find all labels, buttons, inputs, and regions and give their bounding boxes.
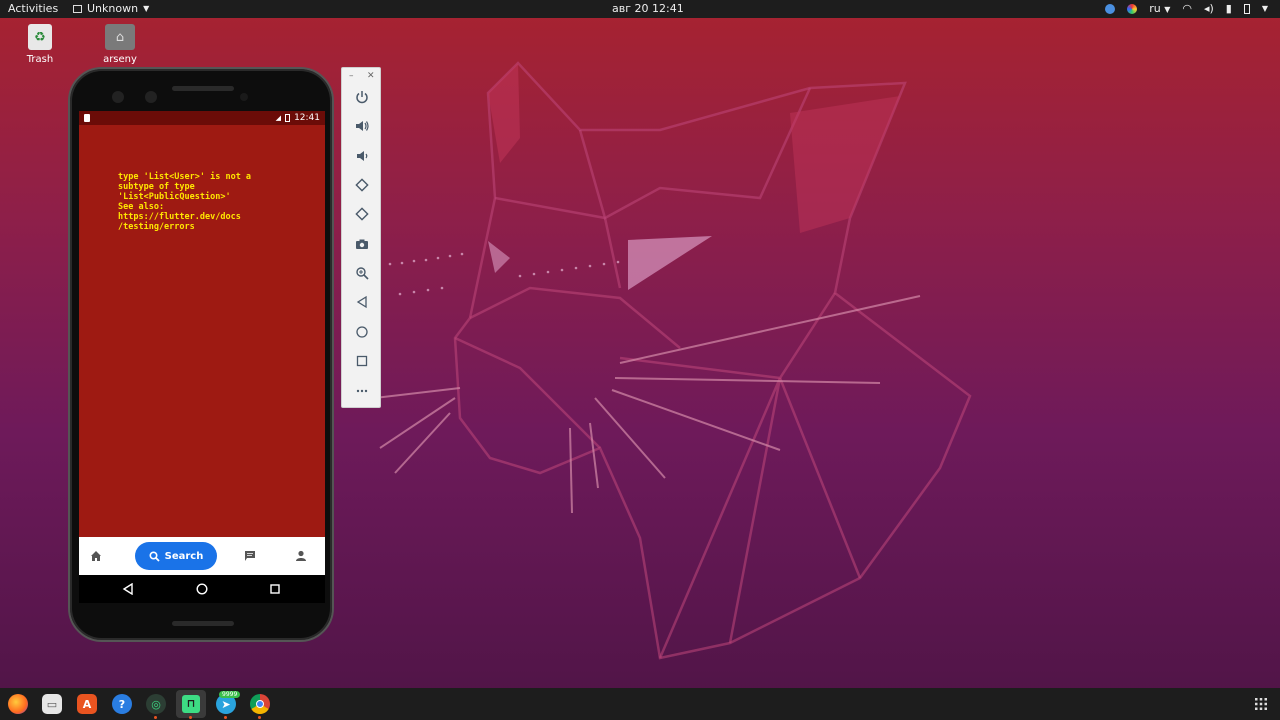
rotate-right-icon [355,207,369,221]
search-icon [149,550,160,562]
back-icon [356,295,367,309]
android-status-bar: ◢ 12:41 [79,111,325,125]
trash-icon: ♻ [28,24,52,50]
power-button[interactable] [352,87,372,107]
language-label: ru [1149,2,1161,15]
system-tray[interactable]: ru ▼ ◠ ◂) ▮ ▼ [1105,2,1268,15]
more-icon [356,389,368,393]
overview-square-icon [270,584,280,594]
chrome-center [256,700,264,708]
dock: ▭ A ? ◎ ⊓ ➤ 9999 [0,688,1280,720]
home-circle-icon [196,583,208,595]
android-studio-icon[interactable]: ◎ [146,694,166,714]
android-home-button[interactable] [195,582,209,596]
phone-screen[interactable]: ◢ 12:41 type 'List<User>' is not a subty… [79,111,325,603]
firefox-icon[interactable] [8,694,28,714]
rotate-left-icon [355,178,369,192]
nav-profile-button[interactable] [291,546,311,566]
desktop-icon-label: arseny [103,54,137,65]
flutter-error-message: type 'List<User>' is not a subtype of ty… [118,172,252,232]
phone-sensor [145,91,157,103]
wifi-icon[interactable]: ◠ [1182,2,1192,15]
phone-camera [240,93,248,101]
files-icon[interactable]: ▭ [42,694,62,714]
search-label: Search [164,550,204,562]
back-triangle-icon [122,583,133,595]
running-indicator [258,716,261,719]
desktop-icon-home[interactable]: ⌂ arseny [90,24,150,65]
telegram-badge: 9999 [219,691,241,698]
running-indicator [224,716,227,719]
nav-home-button[interactable] [86,546,106,566]
app-menu-label: Unknown [87,2,139,15]
color-picker-icon[interactable] [1127,3,1138,14]
battery-icon [285,114,291,122]
desktop-icon-trash[interactable]: ♻ Trash [10,24,70,65]
android-overview-button[interactable] [268,582,282,596]
minimize-icon[interactable]: – [349,71,354,81]
chat-icon [245,551,255,561]
person-icon [296,550,306,561]
volume-icon[interactable]: ◂) [1204,2,1214,15]
desktop-icon-label: Trash [26,54,54,65]
software-icon[interactable]: A [77,694,97,714]
volume-down-icon [357,151,368,161]
clock[interactable]: авг 20 12:41 [612,2,684,15]
app-menu[interactable]: Unknown ▼ [73,2,149,15]
more-button[interactable] [352,381,372,401]
chevron-down-icon: ▼ [1164,5,1171,14]
chrome-remote-icon[interactable] [1105,3,1116,14]
help-icon[interactable]: ? [112,694,132,714]
signal-icon: ◢ [275,114,282,122]
power-icon [356,91,368,104]
android-system-navigation [79,575,325,603]
home-button[interactable] [352,322,372,342]
top-bar: Activities Unknown ▼ авг 20 12:41 ru ▼ ◠… [0,0,1280,18]
status-time: 12:41 [294,113,320,123]
app-icon [73,4,82,13]
home-folder-icon: ⌂ [105,24,135,50]
chevron-down-icon: ▼ [143,4,150,13]
screenshot-button[interactable] [352,234,372,254]
overview-button[interactable] [352,351,372,371]
emulator-icon: ⊓ [182,695,200,713]
emulator-toolbar: – ✕ [341,67,381,408]
rotate-right-button[interactable] [352,204,372,224]
show-applications-icon[interactable] [1254,697,1268,711]
volume-up-button[interactable] [352,116,372,136]
zoom-button[interactable] [352,263,372,283]
rotate-left-button[interactable] [352,175,372,195]
app-bottom-navigation: Search [79,537,325,575]
zoom-icon [356,267,369,280]
sd-card-icon [84,114,90,122]
phone-speaker [172,86,234,91]
phone-speaker [172,621,234,626]
running-indicator [154,716,157,719]
battery-icon[interactable] [1243,3,1250,14]
language-indicator[interactable]: ru ▼ [1149,2,1170,15]
nav-search-button[interactable]: Search [135,542,217,570]
nav-chat-button[interactable] [240,546,260,566]
microphone-icon[interactable]: ▮ [1226,2,1232,15]
android-back-button[interactable] [121,582,135,596]
camera-icon [356,239,368,249]
volume-up-icon [356,121,369,131]
chrome-icon[interactable] [250,694,270,714]
phone-sensor [112,91,124,103]
home-icon [356,326,368,338]
activities-button[interactable]: Activities [8,2,58,15]
android-emulator-phone: ◢ 12:41 type 'List<User>' is not a subty… [68,67,334,642]
chevron-down-icon[interactable]: ▼ [1262,4,1268,13]
volume-down-button[interactable] [352,146,372,166]
running-indicator [189,716,192,719]
close-icon[interactable]: ✕ [367,71,375,81]
overview-icon [356,355,368,367]
home-icon [91,551,101,561]
emulator-app-button[interactable]: ⊓ [176,690,206,718]
back-button[interactable] [352,292,372,312]
